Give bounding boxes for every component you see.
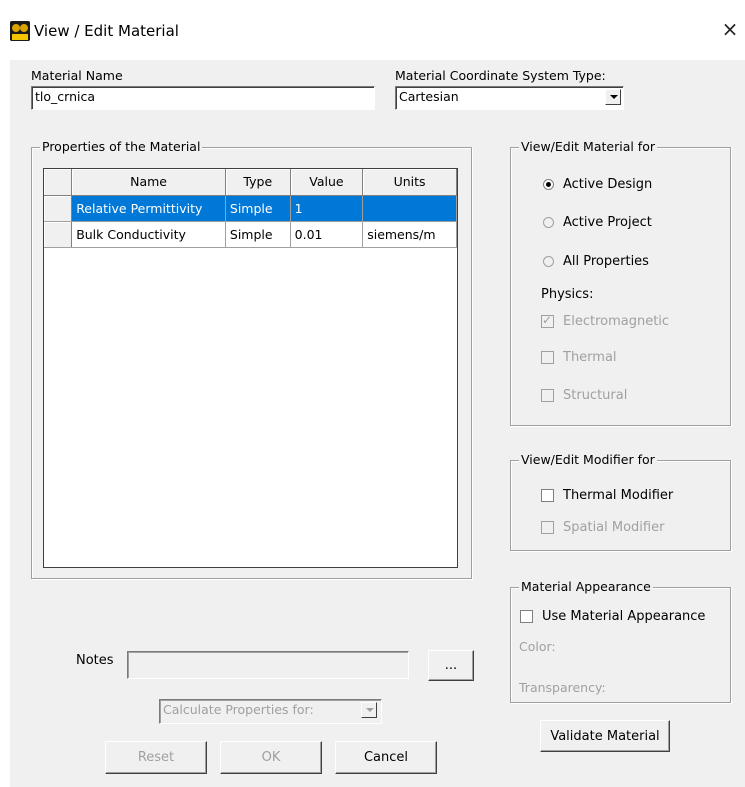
window-title: View / Edit Material xyxy=(34,22,179,40)
checkbox-label: Thermal Modifier xyxy=(563,488,674,503)
calculate-properties-select: Calculate Properties for: xyxy=(159,699,382,724)
radio-button[interactable] xyxy=(543,179,554,190)
checkbox-label: Thermal xyxy=(563,350,617,365)
view-edit-modifier-group: View/Edit Modifier for xyxy=(510,452,731,551)
color-label: Color: xyxy=(519,639,556,654)
chevron-down-icon[interactable] xyxy=(605,89,621,105)
cancel-button[interactable]: Cancel xyxy=(335,741,437,774)
checkbox-electromagnetic: Electromagnetic xyxy=(541,313,670,329)
properties-table[interactable]: Name Type Value Units Relative Permittiv… xyxy=(43,168,458,568)
checkbox-thermal-modifier[interactable]: Thermal Modifier xyxy=(541,488,673,503)
material-name-input[interactable]: tlo_crnica xyxy=(31,86,375,110)
row-header[interactable] xyxy=(44,195,73,222)
radio-all-properties[interactable]: All Properties xyxy=(543,254,649,269)
close-icon[interactable]: × xyxy=(718,17,742,41)
chevron-down-icon xyxy=(361,702,377,718)
cell-value[interactable]: 1 xyxy=(290,195,364,222)
row-header[interactable] xyxy=(44,221,73,248)
coordinate-system-label: Material Coordinate System Type: xyxy=(395,68,606,83)
table-header-row: Name Type Value Units xyxy=(44,169,457,196)
table-row[interactable]: Bulk Conductivity Simple 0.01 siemens/m xyxy=(44,221,457,248)
radio-button[interactable] xyxy=(543,256,554,267)
column-header-units[interactable]: Units xyxy=(362,169,457,196)
column-header-name[interactable]: Name xyxy=(71,169,226,196)
checkbox[interactable] xyxy=(541,489,554,502)
properties-group-title: Properties of the Material xyxy=(40,139,203,154)
checkbox-use-material-appearance[interactable]: Use Material Appearance xyxy=(520,609,705,624)
cell-units[interactable]: siemens/m xyxy=(362,221,457,248)
calculate-properties-value: Calculate Properties for: xyxy=(163,702,314,717)
radio-label: All Properties xyxy=(563,254,649,269)
edt-app-icon xyxy=(10,21,30,41)
reset-button: Reset xyxy=(105,741,207,774)
column-header-value[interactable]: Value xyxy=(290,169,364,196)
radio-label: Active Project xyxy=(563,215,652,230)
cell-name[interactable]: Bulk Conductivity xyxy=(71,221,226,248)
checkbox-label: Electromagnetic xyxy=(563,314,670,329)
checkbox[interactable] xyxy=(520,610,533,623)
checkbox-label: Structural xyxy=(563,388,628,403)
radio-active-design[interactable]: Active Design xyxy=(543,177,652,192)
ok-button: OK xyxy=(220,741,322,774)
corner-cell xyxy=(44,169,73,196)
radio-label: Active Design xyxy=(563,177,653,192)
window-edge xyxy=(0,60,10,787)
checkbox xyxy=(541,521,554,534)
cell-type[interactable]: Simple xyxy=(225,195,291,222)
material-appearance-title: Material Appearance xyxy=(519,579,653,594)
cell-value[interactable]: 0.01 xyxy=(290,221,364,248)
checkbox-structural: Structural xyxy=(541,388,627,403)
radio-button[interactable] xyxy=(543,217,554,228)
checkbox xyxy=(541,351,554,364)
checkbox xyxy=(541,313,554,328)
checkbox-spatial-modifier: Spatial Modifier xyxy=(541,520,664,535)
notes-label: Notes xyxy=(76,653,114,668)
checkbox-thermal: Thermal xyxy=(541,350,617,365)
checkbox-label: Use Material Appearance xyxy=(542,609,706,624)
physics-label: Physics: xyxy=(541,287,594,302)
notes-input xyxy=(127,651,409,679)
notes-browse-button[interactable]: ... xyxy=(428,650,474,681)
table-row[interactable]: Relative Permittivity Simple 1 xyxy=(44,195,457,222)
coordinate-system-select[interactable]: Cartesian xyxy=(395,86,624,110)
coordinate-system-value: Cartesian xyxy=(399,89,459,104)
cell-name[interactable]: Relative Permittivity xyxy=(71,195,226,222)
material-name-label: Material Name xyxy=(31,68,123,83)
column-header-type[interactable]: Type xyxy=(225,169,291,196)
checkbox xyxy=(541,389,554,402)
transparency-label: Transparency: xyxy=(519,680,606,695)
view-edit-material-title: View/Edit Material for xyxy=(519,139,657,154)
cell-type[interactable]: Simple xyxy=(225,221,291,248)
view-edit-modifier-title: View/Edit Modifier for xyxy=(519,452,657,467)
validate-material-button[interactable]: Validate Material xyxy=(540,720,670,752)
checkbox-label: Spatial Modifier xyxy=(563,520,665,535)
cell-units[interactable] xyxy=(362,195,457,222)
radio-active-project[interactable]: Active Project xyxy=(543,215,652,230)
